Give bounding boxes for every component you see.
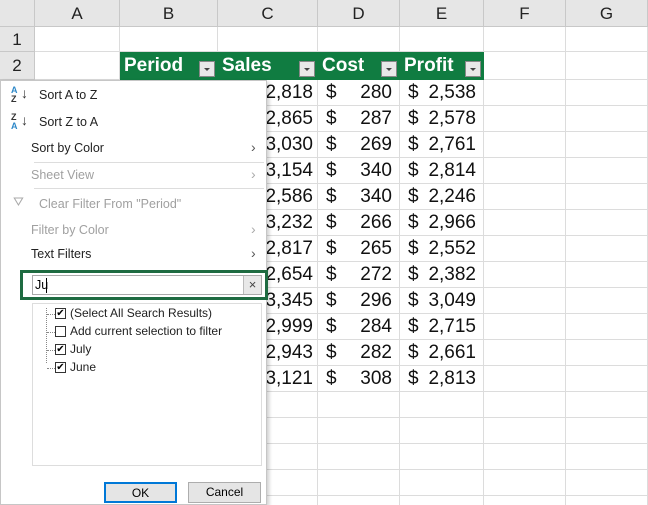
sort-by-color[interactable]: Sort by Color	[31, 141, 104, 155]
chevron-right-icon: ›	[251, 245, 256, 261]
row-header-2[interactable]: 2	[0, 52, 35, 80]
cost-cell[interactable]: 340	[318, 184, 400, 210]
checkbox[interactable]	[55, 326, 66, 337]
table-header-sales: Sales	[218, 52, 318, 80]
cost-cell[interactable]: 284	[318, 314, 400, 340]
text-filters[interactable]: Text Filters	[31, 247, 91, 261]
gridline	[565, 27, 566, 505]
sheet-view: Sheet View	[31, 168, 95, 182]
select-all-corner[interactable]	[0, 0, 35, 27]
cost-cell[interactable]: 308	[318, 366, 400, 392]
clear-filter: Clear Filter From "Period"	[39, 197, 182, 211]
cost-cell[interactable]: 287	[318, 106, 400, 132]
chevron-right-icon: ›	[251, 139, 256, 155]
sort-az-icon: AZ	[11, 85, 18, 104]
checkbox[interactable]: ✔	[55, 362, 66, 373]
profit-cell[interactable]: 2,966	[400, 210, 484, 236]
table-header-cost: Cost	[318, 52, 400, 80]
profit-cell[interactable]: 2,715	[400, 314, 484, 340]
table-header-profit: Profit	[400, 52, 484, 80]
cost-cell[interactable]: 296	[318, 288, 400, 314]
column-header-A[interactable]: A	[35, 0, 120, 27]
filter-list-item[interactable]: Add current selection to filter	[70, 324, 222, 338]
filter-dropdown-button[interactable]	[381, 61, 397, 77]
divider	[34, 188, 264, 189]
profit-cell[interactable]: 2,814	[400, 158, 484, 184]
cost-cell[interactable]: 280	[318, 80, 400, 106]
search-input[interactable]: Ju ×	[32, 275, 262, 295]
sort-a-to-z[interactable]: Sort A to Z	[39, 88, 97, 102]
cost-cell[interactable]: 269	[318, 132, 400, 158]
profit-cell[interactable]: 2,382	[400, 262, 484, 288]
sort-arrow-icon: ↓	[21, 112, 28, 128]
ok-button[interactable]: OK	[104, 482, 177, 503]
filter-dropdown-button[interactable]	[199, 61, 215, 77]
sort-arrow-icon: ↓	[21, 85, 28, 101]
checkbox[interactable]: ✔	[55, 344, 66, 355]
cost-cell[interactable]: 266	[318, 210, 400, 236]
column-header-B[interactable]: B	[120, 0, 218, 27]
filter-list: ✔ (Select All Search Results) Add current …	[32, 303, 262, 466]
filter-by-color: Filter by Color	[31, 223, 109, 237]
column-header-F[interactable]: F	[484, 0, 566, 27]
table-header-period: Period	[120, 52, 218, 80]
profit-cell[interactable]: 3,049	[400, 288, 484, 314]
filter-list-item[interactable]: July	[70, 342, 91, 356]
sort-z-to-a[interactable]: Sort Z to A	[39, 115, 98, 129]
clear-search-icon[interactable]: ×	[243, 276, 261, 294]
sort-za-icon: ZA	[11, 112, 18, 131]
column-header-C[interactable]: C	[218, 0, 318, 27]
column-header-D[interactable]: D	[318, 0, 400, 27]
filter-dropdown-button[interactable]	[299, 61, 315, 77]
profit-cell[interactable]: 2,761	[400, 132, 484, 158]
chevron-right-icon: ›	[251, 221, 256, 237]
profit-cell[interactable]: 2,246	[400, 184, 484, 210]
profit-cell[interactable]: 2,578	[400, 106, 484, 132]
cost-cell[interactable]: 272	[318, 262, 400, 288]
profit-cell[interactable]: 2,813	[400, 366, 484, 392]
filter-dropdown-button[interactable]	[465, 61, 481, 77]
clear-filter-icon: ⛛	[13, 194, 24, 209]
profit-cell[interactable]: 2,552	[400, 236, 484, 262]
chevron-right-icon: ›	[251, 166, 256, 182]
profit-cell[interactable]: 2,538	[400, 80, 484, 106]
column-header-E[interactable]: E	[400, 0, 484, 27]
row-header-1[interactable]: 1	[0, 27, 35, 52]
cancel-button[interactable]: Cancel	[188, 482, 261, 503]
filter-dropdown-menu: AZ ↓ Sort A to Z ZA ↓ Sort Z to A Sort b…	[0, 80, 268, 505]
cost-cell[interactable]: 282	[318, 340, 400, 366]
cost-cell[interactable]: 265	[318, 236, 400, 262]
column-header-G[interactable]: G	[566, 0, 648, 27]
divider	[34, 162, 264, 163]
checkbox[interactable]: ✔	[55, 308, 66, 319]
filter-list-item[interactable]: June	[70, 360, 96, 374]
profit-cell[interactable]: 2,661	[400, 340, 484, 366]
filter-list-item[interactable]: (Select All Search Results)	[70, 306, 212, 320]
cost-cell[interactable]: 340	[318, 158, 400, 184]
